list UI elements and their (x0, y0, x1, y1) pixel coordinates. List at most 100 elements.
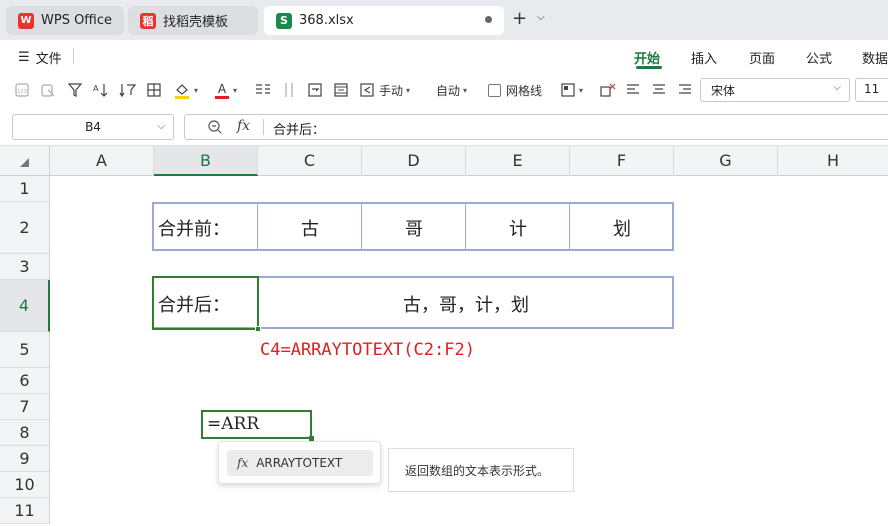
gridlines-checkbox[interactable] (488, 83, 501, 97)
wps-logo-icon: W (18, 12, 34, 29)
column-header-d[interactable]: D (362, 146, 466, 176)
formula-note: C4=ARRAYTOTEXT(C2:F2) (260, 340, 475, 360)
autocomplete-item-label: ARRAYTOTEXT (256, 456, 343, 470)
wrap-text-icon[interactable] (307, 80, 323, 100)
column-header-h[interactable]: H (778, 146, 888, 176)
font-family-select[interactable]: 宋体 ⌵ (700, 78, 850, 102)
column-header-e[interactable]: E (466, 146, 570, 176)
fill-color-button[interactable]: ▾ (173, 80, 198, 100)
font-size-value: 11 (864, 82, 880, 96)
ribbon-tab-formula[interactable]: 公式 (806, 48, 832, 67)
ribbon-tab-page[interactable]: 页面 (749, 48, 775, 67)
tab-file-label: 368.xlsx (299, 13, 354, 28)
sort-filter-icon[interactable] (119, 80, 137, 100)
cell-editor[interactable]: =ARR (201, 410, 312, 439)
chevron-down-icon[interactable]: ⌵ (537, 12, 545, 23)
cell-b2[interactable]: 合并前： (158, 204, 230, 251)
file-menu-label: 文件 (35, 52, 62, 67)
cell-c2[interactable]: 古 (258, 204, 362, 251)
formula-input[interactable]: fx 合并后： (184, 114, 888, 140)
cell-f2[interactable]: 划 (570, 204, 674, 251)
row-header-8[interactable]: 8 (0, 420, 50, 446)
divider (263, 119, 264, 135)
text-format-icon[interactable] (254, 80, 272, 100)
fill-handle[interactable] (255, 326, 261, 332)
column-header-b[interactable]: B (154, 146, 258, 176)
new-tab-plus-icon[interactable]: + (512, 8, 527, 29)
ribbon-tab-insert[interactable]: 插入 (691, 48, 717, 67)
row-header-5[interactable]: 5 (0, 332, 50, 368)
column-header-a[interactable]: A (50, 146, 154, 176)
template-logo-icon: 稻 (140, 12, 156, 29)
wrap-auto-button[interactable]: 自动 ▾ (436, 80, 467, 100)
select-all-corner[interactable] (0, 146, 50, 176)
gridlines-toggle[interactable]: 网格线 (488, 80, 542, 100)
filter-icon[interactable] (68, 80, 82, 100)
row-header-4[interactable]: 4 (0, 280, 50, 332)
borders-icon[interactable] (146, 80, 162, 100)
function-icon: fx (237, 456, 249, 470)
row-header-10[interactable]: 10 (0, 472, 50, 498)
menu-row: ☰ 文件 开始 插入 页面 公式 数据 (0, 40, 888, 72)
row-header-9[interactable]: 9 (0, 446, 50, 472)
tab-wps-office[interactable]: W WPS Office (6, 6, 124, 35)
align-center-icon[interactable] (652, 80, 666, 100)
tab-template[interactable]: 稻 找稻壳模板 (128, 6, 258, 35)
select-all-icon (20, 158, 29, 167)
function-tooltip: 返回数组的文本表示形式。 (388, 448, 574, 492)
font-size-select[interactable]: 11 (855, 78, 888, 102)
unsaved-dot-icon[interactable] (485, 16, 492, 23)
chevron-down-icon: ▾ (579, 85, 584, 95)
row-header-3[interactable]: 3 (0, 254, 50, 280)
active-tab-underline (636, 66, 662, 69)
format-painter-disabled-icon[interactable] (40, 80, 56, 100)
clear-format-icon[interactable] (599, 80, 617, 100)
tab-file[interactable]: S 368.xlsx (264, 6, 504, 35)
row-header-11[interactable]: 11 (0, 498, 50, 524)
cell-e2[interactable]: 计 (466, 204, 570, 251)
chevron-down-icon: ▾ (406, 85, 411, 95)
column-header-f[interactable]: F (570, 146, 674, 176)
function-icon[interactable]: fx (237, 118, 250, 134)
row-header-6[interactable]: 6 (0, 368, 50, 394)
chevron-down-icon: ⌵ (157, 121, 165, 132)
row-header-1[interactable]: 1 (0, 176, 50, 202)
merge-cells-icon[interactable] (333, 80, 349, 100)
ribbon-tab-data[interactable]: 数据 (862, 48, 888, 67)
svg-text:123: 123 (17, 89, 27, 95)
wrap-manual-label: 手动 (379, 83, 404, 98)
font-family-value: 宋体 (711, 84, 736, 98)
gridlines-label: 网格线 (506, 83, 543, 98)
column-width-icon[interactable] (282, 80, 296, 100)
align-left-icon[interactable] (626, 80, 640, 100)
hamburger-icon: ☰ (18, 50, 30, 65)
cell-reference: B4 (85, 120, 101, 134)
align-right-icon[interactable] (678, 80, 692, 100)
chevron-down-icon: ⌵ (833, 82, 841, 93)
number-format-icon[interactable]: 123 (14, 80, 30, 100)
wrap-auto-label: 自动 (436, 83, 461, 98)
row-header-2[interactable]: 2 (0, 202, 50, 254)
wrap-manual-button[interactable]: 手动 ▾ (359, 80, 410, 100)
sort-ascending-icon[interactable]: A (92, 80, 110, 100)
font-color-button[interactable]: A ▾ (214, 80, 237, 100)
cell-d2[interactable]: 哥 (362, 204, 466, 251)
column-header-g[interactable]: G (674, 146, 778, 176)
chevron-down-icon: ▾ (194, 85, 199, 95)
svg-text:A: A (218, 82, 227, 96)
file-menu[interactable]: ☰ 文件 (18, 48, 62, 67)
autocomplete-item[interactable]: fx ARRAYTOTEXT (227, 450, 373, 476)
zoom-icon[interactable] (207, 119, 223, 138)
chevron-down-icon: ▾ (463, 85, 468, 95)
tab-wps-label: WPS Office (41, 13, 113, 28)
cell-c4-merged[interactable]: 古，哥，计，划 (258, 278, 674, 329)
column-header-c[interactable]: C (258, 146, 362, 176)
cell-style-button[interactable]: ▾ (560, 80, 583, 100)
autocomplete-popup: fx ARRAYTOTEXT (218, 441, 381, 484)
row-header-7[interactable]: 7 (0, 394, 50, 420)
ribbon-tab-home[interactable]: 开始 (634, 48, 660, 67)
formula-bar: B4 ⌵ fx 合并后： (0, 108, 888, 146)
name-box[interactable]: B4 ⌵ (12, 114, 174, 140)
spreadsheet-logo-icon: S (276, 12, 292, 29)
divider (73, 48, 74, 64)
